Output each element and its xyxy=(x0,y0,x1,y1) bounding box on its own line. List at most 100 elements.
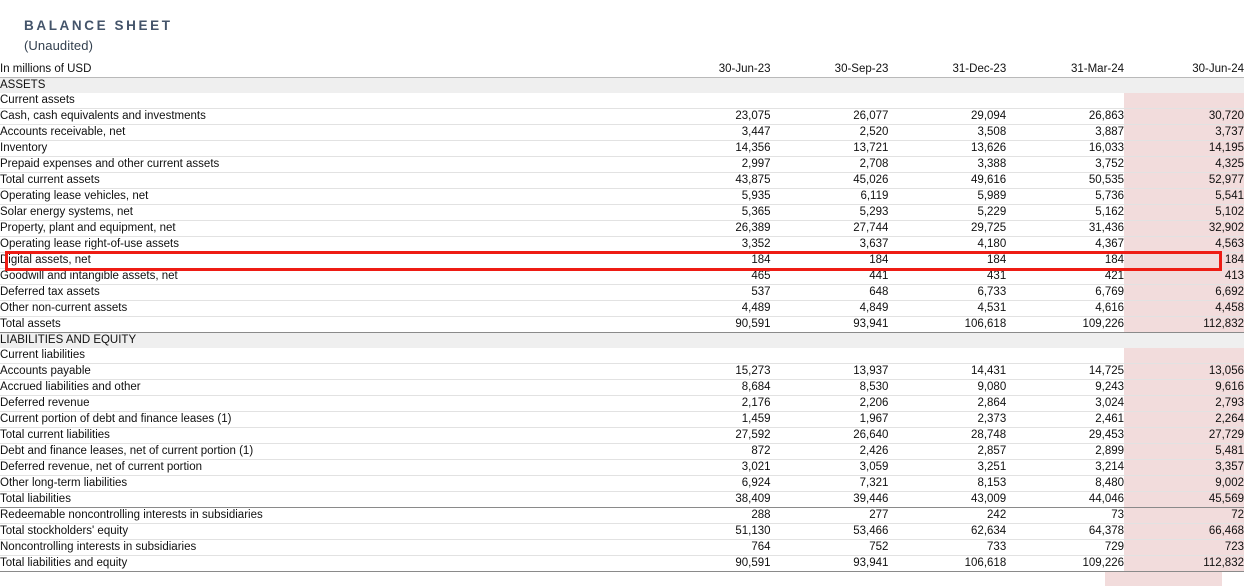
cell-value: 648 xyxy=(771,285,889,301)
cell-value: 8,530 xyxy=(771,380,889,396)
row-label: Current portion of debt and finance leas… xyxy=(0,412,653,428)
cell-value: 64,378 xyxy=(1006,524,1124,540)
cell-value: 50,535 xyxy=(1006,173,1124,189)
column-header-row: In millions of USD 30-Jun-23 30-Sep-23 3… xyxy=(0,62,1244,78)
cell-value: 5,935 xyxy=(653,189,771,205)
cell-value: 93,941 xyxy=(771,556,889,572)
cell-value: 13,721 xyxy=(771,141,889,157)
cell-value: 13,937 xyxy=(771,364,889,380)
cell-value: 184 xyxy=(771,253,889,269)
cell-value xyxy=(1124,93,1244,109)
page-subtitle: (Unaudited) xyxy=(24,37,1244,55)
cell-value: 72 xyxy=(1124,508,1244,524)
cell-value: 6,769 xyxy=(1006,285,1124,301)
cell-value: 288 xyxy=(653,508,771,524)
table-bottom-filler xyxy=(0,572,1244,586)
cell-value: 14,195 xyxy=(1124,141,1244,157)
column-header-1: 30-Sep-23 xyxy=(771,62,889,78)
row-label: Total assets xyxy=(0,317,653,333)
cell-value: 9,080 xyxy=(888,380,1006,396)
cell-value: 4,563 xyxy=(1124,237,1244,253)
cell-value: 26,389 xyxy=(653,221,771,237)
cell-value: 90,591 xyxy=(653,317,771,333)
cell-value xyxy=(771,93,889,109)
table-row: Current portion of debt and finance leas… xyxy=(0,412,1244,428)
cell-value xyxy=(1124,333,1244,349)
row-label: Solar energy systems, net xyxy=(0,205,653,221)
cell-value: 8,480 xyxy=(1006,476,1124,492)
cell-value xyxy=(653,333,771,349)
cell-value: 51,130 xyxy=(653,524,771,540)
row-label: Goodwill and intangible assets, net xyxy=(0,269,653,285)
row-label: Operating lease vehicles, net xyxy=(0,189,653,205)
cell-value: 184 xyxy=(888,253,1006,269)
cell-value: 14,725 xyxy=(1006,364,1124,380)
cell-value: 66,468 xyxy=(1124,524,1244,540)
cell-value: 1,459 xyxy=(653,412,771,428)
table-row: Debt and finance leases, net of current … xyxy=(0,444,1244,460)
cell-value: 106,618 xyxy=(888,556,1006,572)
cell-value: 14,356 xyxy=(653,141,771,157)
row-label: Other long-term liabilities xyxy=(0,476,653,492)
cell-value: 27,592 xyxy=(653,428,771,444)
cell-value: 2,373 xyxy=(888,412,1006,428)
table-row: Solar energy systems, net5,3655,2935,229… xyxy=(0,205,1244,221)
cell-value xyxy=(1006,348,1124,364)
row-label: Cash, cash equivalents and investments xyxy=(0,109,653,125)
cell-value: 38,409 xyxy=(653,492,771,508)
cell-value: 3,887 xyxy=(1006,125,1124,141)
cell-value: 6,924 xyxy=(653,476,771,492)
table-row: Accrued liabilities and other8,6848,5309… xyxy=(0,380,1244,396)
row-label: Redeemable noncontrolling interests in s… xyxy=(0,508,653,524)
table-row: LIABILITIES AND EQUITY xyxy=(0,333,1244,349)
cell-value: 5,736 xyxy=(1006,189,1124,205)
cell-value: 31,436 xyxy=(1006,221,1124,237)
cell-value: 4,180 xyxy=(888,237,1006,253)
cell-value xyxy=(771,333,889,349)
cell-value: 6,119 xyxy=(771,189,889,205)
table-row: Total current assets43,87545,02649,61650… xyxy=(0,173,1244,189)
cell-value: 5,541 xyxy=(1124,189,1244,205)
cell-value: 2,857 xyxy=(888,444,1006,460)
row-label: Total liabilities and equity xyxy=(0,556,653,572)
units-label: In millions of USD xyxy=(0,62,653,78)
cell-value xyxy=(888,333,1006,349)
cell-value: 8,153 xyxy=(888,476,1006,492)
table-row: Property, plant and equipment, net26,389… xyxy=(0,221,1244,237)
cell-value: 277 xyxy=(771,508,889,524)
cell-value: 2,864 xyxy=(888,396,1006,412)
table-row: Total stockholders' equity51,13053,46662… xyxy=(0,524,1244,540)
cell-value: 2,264 xyxy=(1124,412,1244,428)
cell-value xyxy=(653,348,771,364)
row-label: Debt and finance leases, net of current … xyxy=(0,444,653,460)
cell-value: 44,046 xyxy=(1006,492,1124,508)
cell-value: 53,466 xyxy=(771,524,889,540)
cell-value: 45,569 xyxy=(1124,492,1244,508)
cell-value xyxy=(653,78,771,94)
cell-value: 45,026 xyxy=(771,173,889,189)
cell-value: 112,832 xyxy=(1124,556,1244,572)
cell-value: 13,056 xyxy=(1124,364,1244,380)
row-label: Current assets xyxy=(0,93,653,109)
row-label: Inventory xyxy=(0,141,653,157)
cell-value: 9,002 xyxy=(1124,476,1244,492)
cell-value: 441 xyxy=(771,269,889,285)
table-row: Accounts receivable, net3,4472,5203,5083… xyxy=(0,125,1244,141)
cell-value: 62,634 xyxy=(888,524,1006,540)
table-body: ASSETSCurrent assetsCash, cash equivalen… xyxy=(0,78,1244,572)
table-row: Total assets90,59193,941106,618109,22611… xyxy=(0,317,1244,333)
cell-value: 14,431 xyxy=(888,364,1006,380)
cell-value: 43,009 xyxy=(888,492,1006,508)
cell-value: 3,752 xyxy=(1006,157,1124,173)
cell-value: 3,214 xyxy=(1006,460,1124,476)
cell-value: 2,426 xyxy=(771,444,889,460)
table-row: Total current liabilities27,59226,64028,… xyxy=(0,428,1244,444)
cell-value: 112,832 xyxy=(1124,317,1244,333)
row-label: Current liabilities xyxy=(0,348,653,364)
cell-value: 2,206 xyxy=(771,396,889,412)
cell-value: 73 xyxy=(1006,508,1124,524)
cell-value: 27,744 xyxy=(771,221,889,237)
column-header-2: 31-Dec-23 xyxy=(888,62,1006,78)
cell-value: 5,365 xyxy=(653,205,771,221)
cell-value: 4,616 xyxy=(1006,301,1124,317)
